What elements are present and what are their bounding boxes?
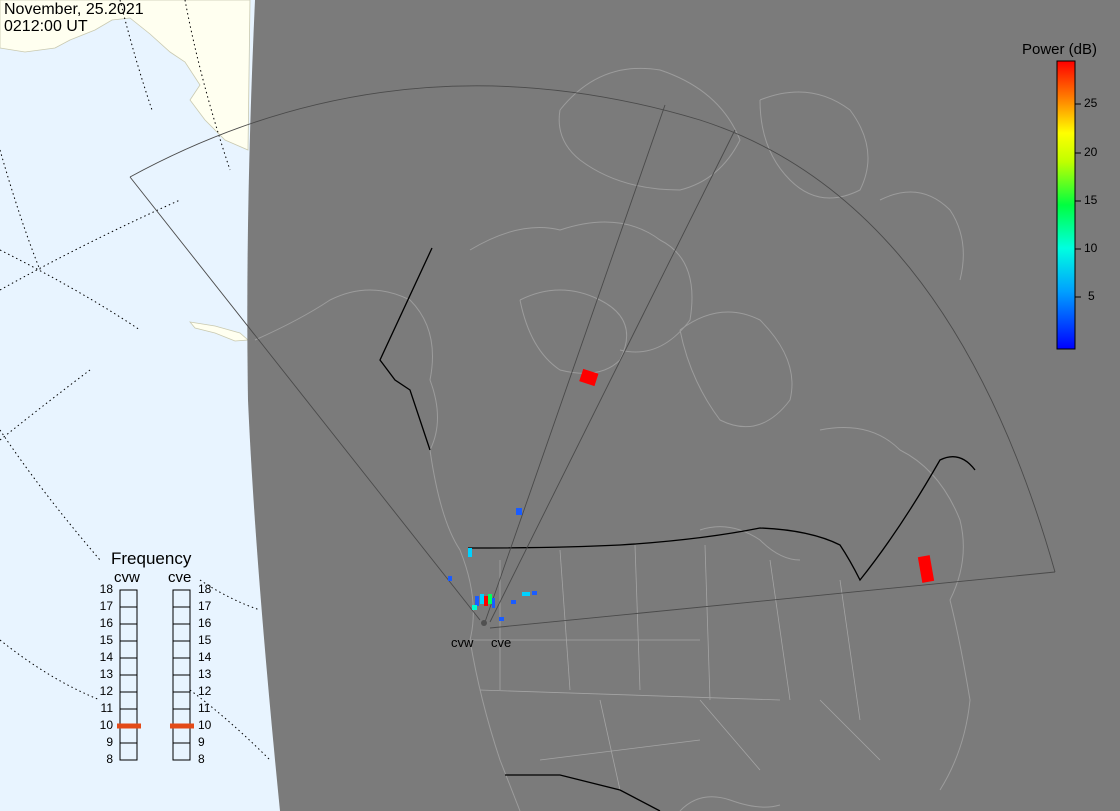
- colorbar-tick-label: 10: [1084, 241, 1098, 255]
- radar-label-cve: cve: [491, 635, 512, 650]
- radar-site-marker: [481, 620, 487, 626]
- frequency-scale-label: 10: [198, 718, 212, 732]
- echo-cell: [492, 598, 495, 608]
- frequency-scale-label: 14: [99, 650, 113, 664]
- map-canvas: [0, 0, 1120, 811]
- frequency-scale-label: 14: [198, 650, 212, 664]
- colorbar-tick-label: 15: [1084, 193, 1098, 207]
- frequency-scale-label: 16: [99, 616, 113, 630]
- date-label: November, 25.2021: [4, 1, 144, 18]
- frequency-scale-label: 9: [106, 735, 113, 749]
- frequency-scale-label: 15: [99, 633, 113, 647]
- time-label: 0212:00 UT: [4, 18, 88, 35]
- frequency-scale-label: 13: [198, 667, 212, 681]
- echo-cell: [532, 591, 537, 595]
- echo-cell: [484, 596, 488, 606]
- frequency-scale-label: 17: [198, 599, 212, 613]
- echo-cell: [480, 594, 484, 604]
- frequency-scale-label: 11: [100, 701, 113, 715]
- echo-cell: [488, 594, 492, 604]
- power-colorbar: [1056, 60, 1076, 350]
- frequency-scale-label: 8: [198, 752, 205, 766]
- echo-cell: [511, 600, 516, 604]
- cve-frequency-indicator: [170, 723, 194, 729]
- frequency-scale-label: 10: [99, 718, 113, 732]
- echo-cell: [475, 596, 479, 606]
- frequency-scale-label: 15: [198, 633, 212, 647]
- frequency-scale-label: 13: [99, 667, 113, 681]
- frequency-scale-label: 11: [198, 701, 211, 715]
- radar-label-cvw: cvw: [451, 635, 474, 650]
- echo-cell: [472, 605, 477, 610]
- colorbar-tick-label: 5: [1088, 289, 1095, 303]
- frequency-right-label: cve: [168, 569, 192, 586]
- echo-cell: [522, 592, 530, 596]
- frequency-scale-label: 18: [198, 582, 212, 596]
- frequency-left-label: cvw: [114, 569, 140, 586]
- echo-cell: [448, 576, 452, 581]
- colorbar-tick-label: 20: [1084, 145, 1098, 159]
- frequency-scale-label: 12: [99, 684, 113, 698]
- colorbar-tick-label: 25: [1084, 96, 1098, 110]
- cvw-frequency-indicator: [117, 723, 141, 729]
- frequency-scale-label: 17: [99, 599, 113, 613]
- echo-cell: [499, 617, 504, 621]
- frequency-title: Frequency: [111, 549, 192, 568]
- night-region: [247, 0, 1120, 811]
- echo-cell: [468, 548, 472, 557]
- frequency-scale-label: 12: [198, 684, 212, 698]
- echo-cell: [516, 508, 522, 515]
- frequency-scale-label: 9: [198, 735, 205, 749]
- frequency-scale-label: 8: [106, 752, 113, 766]
- colorbar-title: Power (dB): [1022, 41, 1098, 58]
- frequency-scale-label: 18: [99, 582, 113, 596]
- frequency-scale-label: 16: [198, 616, 212, 630]
- map-view: November, 25.2021 0212:00 UT Power (dB) …: [0, 0, 1120, 811]
